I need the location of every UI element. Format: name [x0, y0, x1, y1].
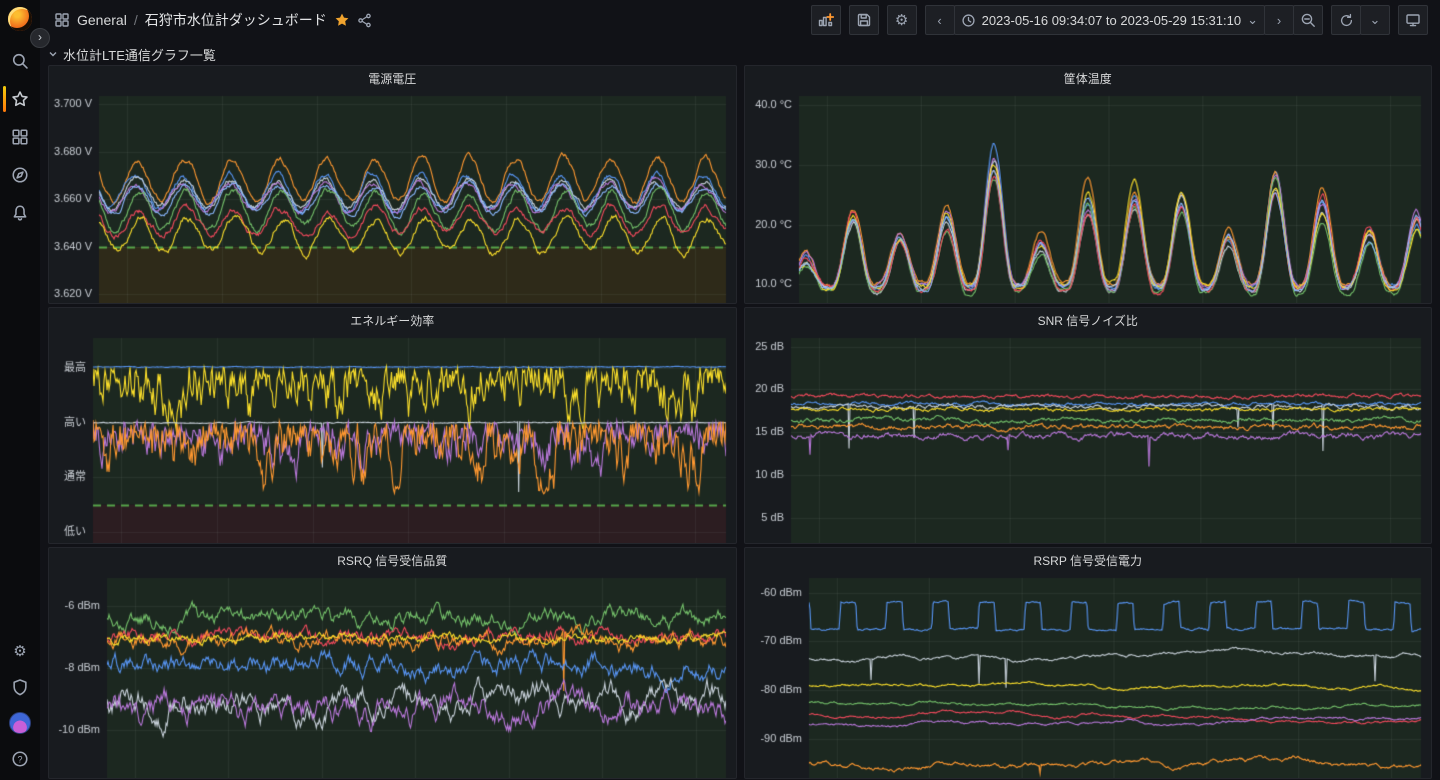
panel-title[interactable]: 電源電圧: [49, 66, 736, 90]
help-icon: ?: [11, 750, 29, 768]
sidebar-item-profile[interactable]: [0, 711, 40, 735]
sidebar-item-server-admin[interactable]: [0, 675, 40, 699]
breadcrumb-section[interactable]: General: [77, 12, 127, 28]
panel-title[interactable]: RSRQ 信号受信品質: [49, 548, 736, 572]
chart-canvas-rsrp[interactable]: [745, 572, 1432, 779]
time-picker-group: ‹ 2023-05-16 09:34:07 to 2023-05-29 15:3…: [925, 5, 1323, 35]
panel-snr: SNR 信号ノイズ比: [744, 307, 1433, 544]
sidebar-item-dashboards[interactable]: [0, 125, 40, 149]
dashboard-settings-button[interactable]: ⚙: [887, 5, 917, 35]
panel-title[interactable]: SNR 信号ノイズ比: [745, 308, 1432, 332]
kiosk-mode-button[interactable]: [1398, 5, 1428, 35]
shield-icon: [11, 678, 29, 696]
svg-text:?: ?: [17, 754, 22, 764]
user-avatar: [9, 712, 31, 734]
sidebar-item-search[interactable]: [0, 49, 40, 73]
add-panel-icon: [818, 12, 834, 28]
chart-canvas-power-voltage[interactable]: [49, 90, 736, 304]
refresh-icon: [1339, 13, 1354, 28]
time-shift-back-button[interactable]: ‹: [925, 5, 955, 35]
sidebar-item-configuration[interactable]: ⚙: [0, 639, 40, 663]
zoom-out-icon: [1300, 12, 1316, 28]
row-title: 水位計LTE通信グラフ一覧: [63, 45, 216, 64]
star-icon: [11, 90, 29, 108]
save-icon: [856, 12, 872, 28]
chart-canvas-snr[interactable]: [745, 332, 1432, 544]
panel-power-voltage: 電源電圧: [48, 65, 737, 304]
chevron-down-icon: ⌄: [1247, 12, 1258, 28]
panel-energy-efficiency: エネルギー効率: [48, 307, 737, 544]
chart-canvas-enclosure-temperature[interactable]: [745, 90, 1432, 304]
monitor-icon: [1405, 12, 1421, 28]
apps-icon: [54, 12, 70, 28]
refresh-button[interactable]: [1331, 5, 1361, 35]
panel-grid: 電源電圧 筐体温度 エネルギー効率 SNR 信号ノイズ比 RSRQ 信号受信品質…: [48, 65, 1432, 779]
chart-canvas-rsrq[interactable]: [49, 572, 736, 779]
add-panel-button[interactable]: [811, 5, 841, 35]
refresh-interval-button[interactable]: ⌄: [1360, 5, 1390, 35]
breadcrumb-separator: /: [134, 12, 138, 28]
clock-icon: [961, 13, 976, 28]
search-icon: [11, 52, 29, 70]
time-range-label: 2023-05-16 09:34:07 to 2023-05-29 15:31:…: [982, 13, 1242, 28]
panel-rsrp: RSRP 信号受信電力: [744, 547, 1433, 779]
chevron-down-icon: [48, 49, 58, 59]
sidebar-item-starred[interactable]: [0, 87, 40, 111]
grafana-logo[interactable]: [8, 7, 32, 31]
sidebar: ⚙ ?: [0, 0, 40, 780]
breadcrumb: General / 石狩市水位計ダッシュボード: [54, 10, 372, 30]
panel-title[interactable]: エネルギー効率: [49, 308, 736, 332]
save-dashboard-button[interactable]: [849, 5, 879, 35]
sidebar-item-help[interactable]: ?: [0, 747, 40, 771]
favorite-star-icon[interactable]: [334, 12, 350, 28]
top-nav: General / 石狩市水位計ダッシュボード ⚙ ‹: [40, 0, 1440, 40]
time-range-button[interactable]: 2023-05-16 09:34:07 to 2023-05-29 15:31:…: [954, 5, 1265, 35]
share-icon[interactable]: [357, 13, 372, 28]
chart-canvas-energy-efficiency[interactable]: [49, 332, 736, 544]
panel-enclosure-temperature: 筐体温度: [744, 65, 1433, 304]
panel-title[interactable]: 筐体温度: [745, 66, 1432, 90]
sidebar-expand-button[interactable]: ›: [30, 28, 50, 48]
gear-icon: ⚙: [895, 13, 908, 28]
dashboard-toolbar: ⚙ ‹ 2023-05-16 09:34:07 to 2023-05-29 15…: [811, 5, 1428, 35]
gear-icon: ⚙: [13, 644, 26, 659]
sidebar-item-alerting[interactable]: [0, 201, 40, 225]
dashboard-area: 水位計LTE通信グラフ一覧 電源電圧 筐体温度 エネルギー効率 SNR 信号ノイ…: [40, 40, 1440, 779]
bell-icon: [11, 204, 29, 222]
row-header[interactable]: 水位計LTE通信グラフ一覧: [48, 43, 1432, 65]
time-shift-forward-button[interactable]: ›: [1264, 5, 1294, 35]
zoom-out-button[interactable]: [1293, 5, 1323, 35]
panel-rsrq: RSRQ 信号受信品質: [48, 547, 737, 779]
dashboards-grid-icon: [11, 128, 29, 146]
panel-title[interactable]: RSRP 信号受信電力: [745, 548, 1432, 572]
refresh-group: ⌄: [1331, 5, 1390, 35]
page-title[interactable]: 石狩市水位計ダッシュボード: [145, 10, 327, 30]
sidebar-item-explore[interactable]: [0, 163, 40, 187]
compass-icon: [11, 166, 29, 184]
